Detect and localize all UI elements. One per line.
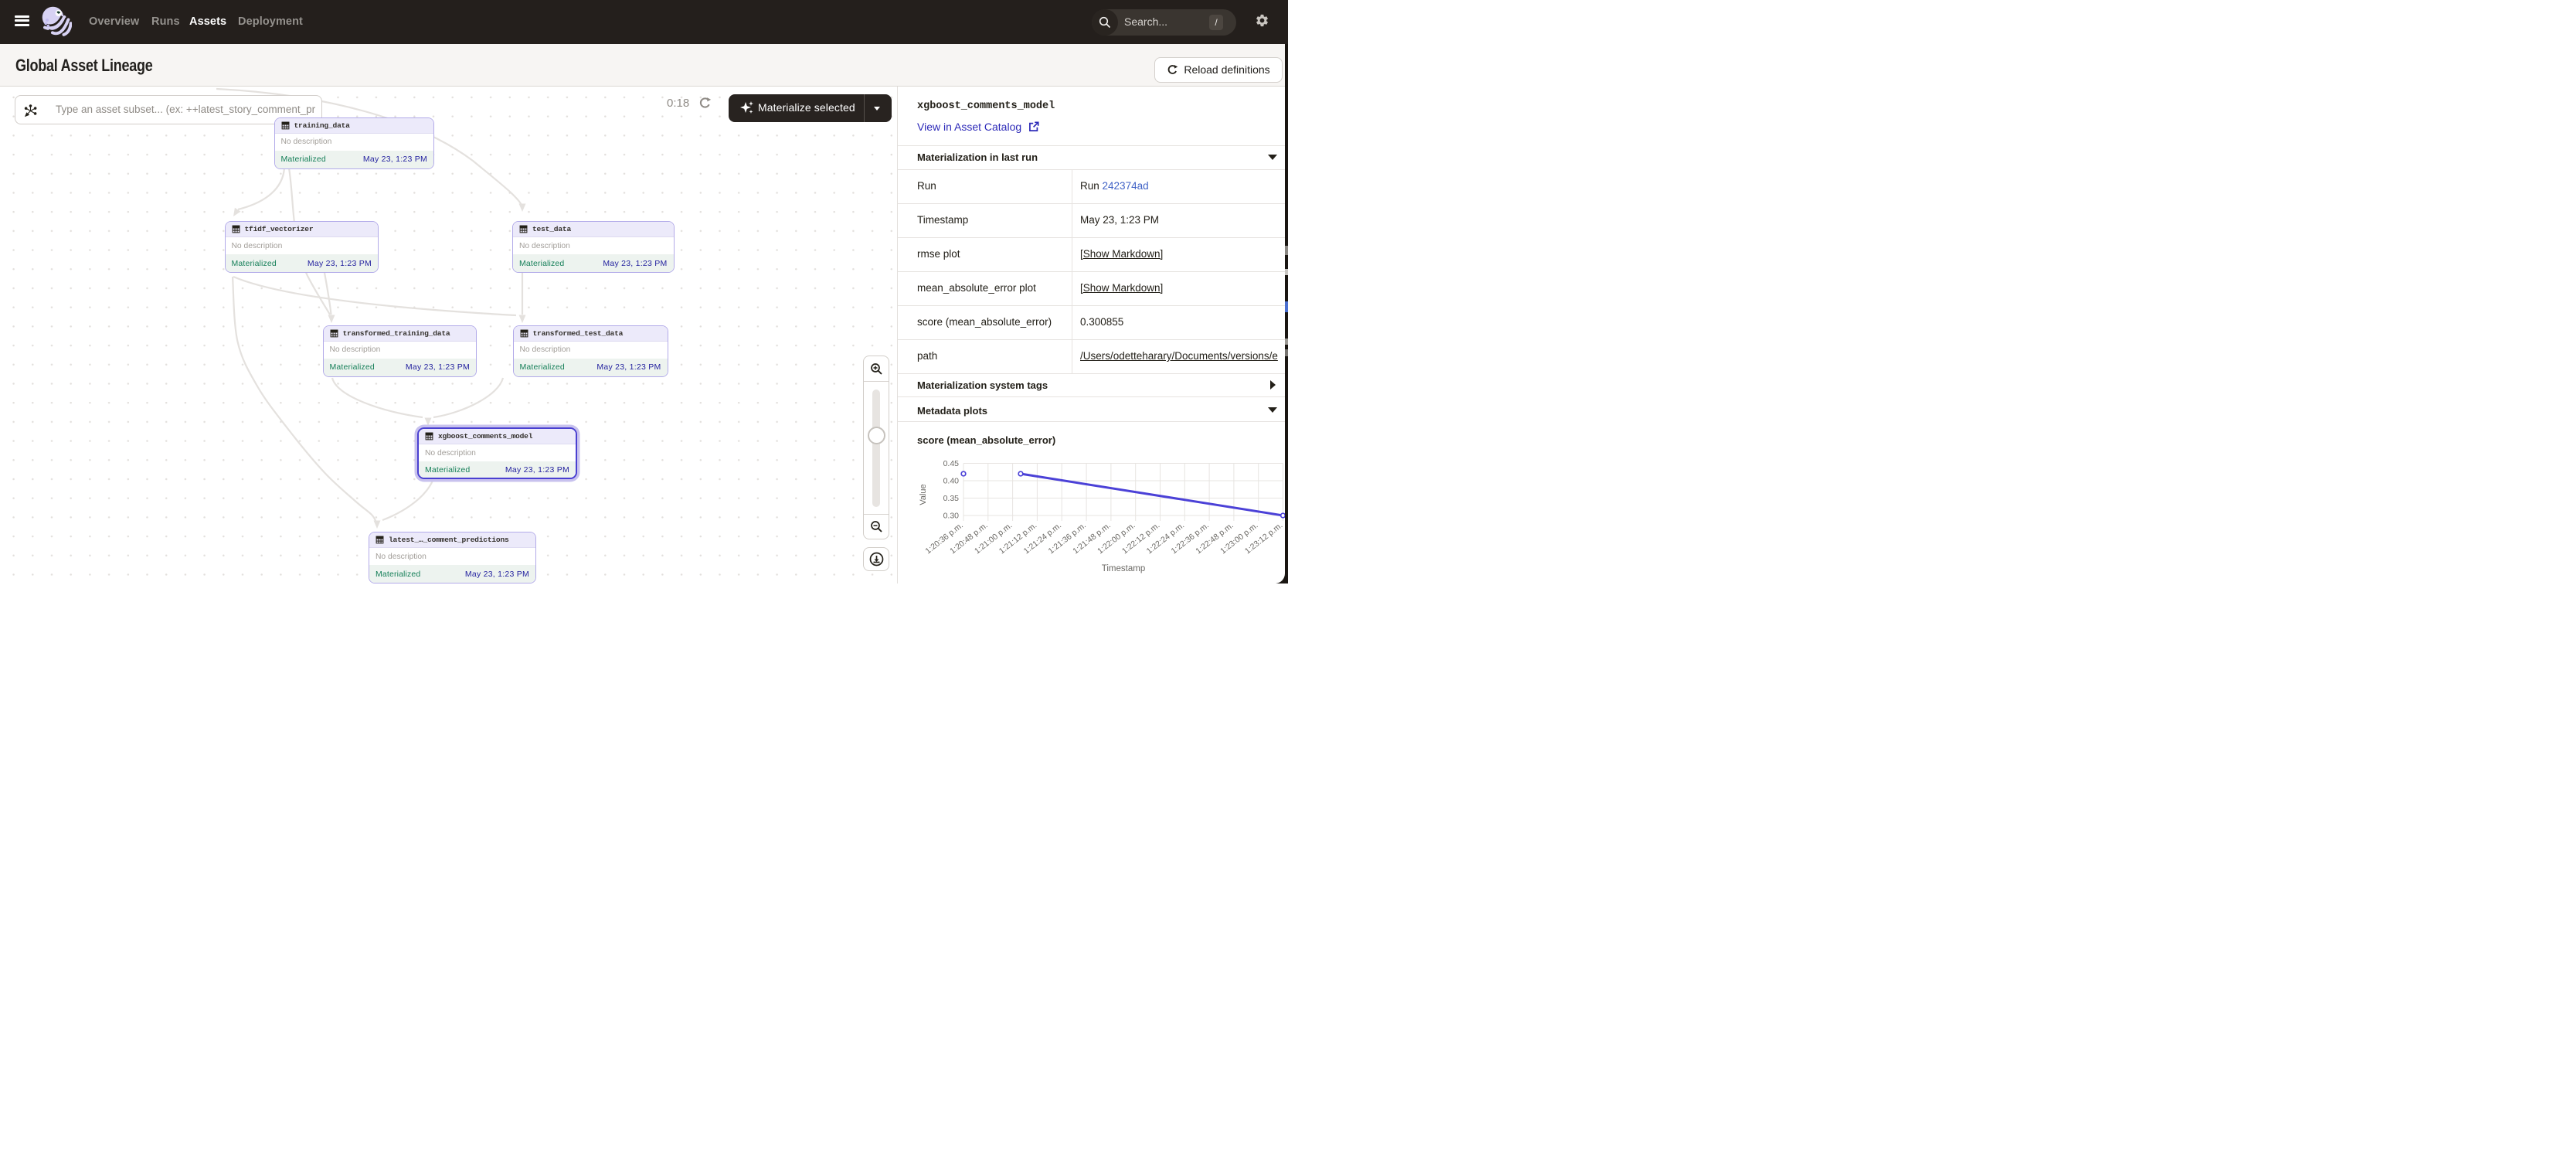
svg-text:0.45: 0.45: [943, 459, 960, 468]
svg-text:0.35: 0.35: [943, 494, 960, 503]
svg-text:Timestamp: Timestamp: [1102, 564, 1145, 573]
svg-text:0.40: 0.40: [943, 477, 960, 486]
svg-text:0.30: 0.30: [943, 512, 960, 521]
svg-text:Value: Value: [919, 484, 928, 505]
